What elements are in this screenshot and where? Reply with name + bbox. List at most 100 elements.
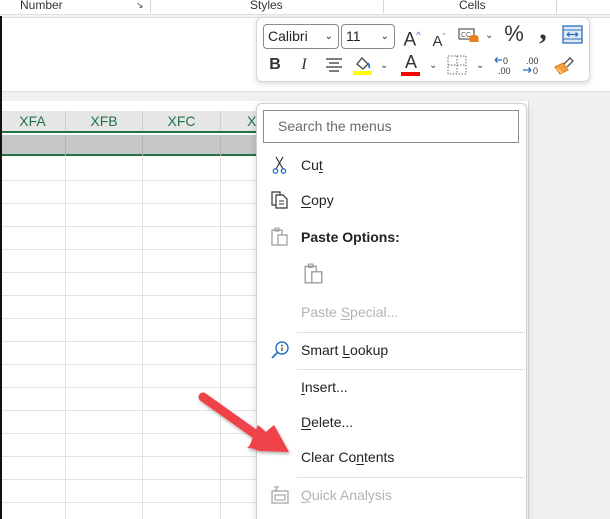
font-name-combo[interactable]: Calibri ⌄ xyxy=(263,24,339,49)
font-size-combo[interactable]: 11 ⌄ xyxy=(341,24,395,49)
window-edge xyxy=(0,16,2,519)
ribbon-separator xyxy=(383,0,384,13)
format-painter-button[interactable] xyxy=(553,55,575,77)
gridline xyxy=(0,387,260,388)
menu-item-paste-special[interactable]: Paste Special... xyxy=(257,298,526,328)
selected-row[interactable] xyxy=(0,135,260,156)
gridline xyxy=(0,502,260,503)
column-header-xfd[interactable]: X xyxy=(221,111,260,131)
ribbon-group-cells: Cells xyxy=(459,0,486,12)
increase-font-icon: A xyxy=(403,29,417,51)
gridline xyxy=(220,158,221,519)
gridline xyxy=(0,364,260,365)
svg-text:0: 0 xyxy=(503,56,508,66)
cell-grid[interactable] xyxy=(0,158,260,519)
font-color-swatch xyxy=(401,72,420,76)
smart-lookup-icon xyxy=(271,341,289,359)
svg-text:0: 0 xyxy=(533,66,538,76)
gridline xyxy=(0,479,260,480)
ribbon-separator xyxy=(150,0,151,13)
borders-button[interactable] xyxy=(447,55,467,75)
decrease-font-icon: A xyxy=(432,33,443,50)
menu-item-label: Cut xyxy=(301,157,323,173)
menu-item-insert[interactable]: Insert... xyxy=(257,373,526,403)
quick-analysis-icon xyxy=(271,486,289,504)
gridline xyxy=(0,341,260,342)
chevron-down-icon[interactable]: ⌄ xyxy=(380,60,388,71)
menu-item-smart-lookup[interactable]: Smart Lookup xyxy=(257,336,526,366)
gridline xyxy=(0,226,260,227)
paste-icon xyxy=(304,263,323,284)
increase-decimal-button[interactable]: 0 .00 xyxy=(494,55,516,77)
cell-styles-icon: CC xyxy=(458,28,479,42)
decrease-font-size-button[interactable]: Aˇ xyxy=(429,27,449,52)
fill-color-button[interactable] xyxy=(353,54,373,76)
format-painter-icon xyxy=(554,57,574,75)
column-header-xfc[interactable]: XFC xyxy=(143,111,221,131)
wrap-text-button[interactable] xyxy=(562,25,584,45)
menu-item-label: Paste Options: xyxy=(301,229,400,245)
context-menu: Search the menus Cut Copy Paste Options: xyxy=(256,103,527,519)
copy-icon xyxy=(271,191,288,209)
svg-text:.00: .00 xyxy=(526,56,539,66)
menu-item-label: Insert... xyxy=(301,379,348,395)
font-size-value: 11 xyxy=(346,28,361,44)
menu-separator xyxy=(297,477,525,478)
column-header-xfa[interactable]: XFA xyxy=(0,111,66,131)
gridline xyxy=(0,180,260,181)
gridline xyxy=(0,249,260,250)
menu-item-quick-analysis[interactable]: Quick Analysis xyxy=(257,481,526,511)
scissors-icon xyxy=(272,156,287,174)
menu-separator xyxy=(297,332,525,333)
dialog-launcher-icon[interactable]: ↘ xyxy=(136,0,146,10)
gridline xyxy=(0,456,260,457)
borders-icon xyxy=(447,55,467,75)
menu-item-label: Clear Contents xyxy=(301,449,395,465)
menu-item-label: Smart Lookup xyxy=(301,342,389,358)
menu-item-copy[interactable]: Copy xyxy=(257,186,526,216)
menu-item-label: Delete... xyxy=(301,414,354,430)
align-center-icon xyxy=(326,58,342,72)
ribbon-group-number: Number xyxy=(20,0,63,12)
chevron-down-icon[interactable]: ⌄ xyxy=(485,30,493,41)
gridline xyxy=(0,272,260,273)
decrease-decimal-icon: .00 0 xyxy=(523,56,539,76)
menu-item-cut[interactable]: Cut xyxy=(257,151,526,181)
menu-item-label: Copy xyxy=(301,192,334,208)
mini-toolbar: Calibri ⌄ 11 ⌄ A^ Aˇ CC ⌄ % , B I ⌄ A ⌄ … xyxy=(256,15,590,82)
paste-button[interactable] xyxy=(299,259,329,289)
font-name-value: Calibri xyxy=(268,28,308,44)
chevron-down-icon[interactable]: ⌄ xyxy=(476,60,484,71)
gridline xyxy=(0,203,260,204)
menu-item-label: Paste Special... xyxy=(301,304,399,320)
menu-item-label: Quick Analysis xyxy=(301,487,393,503)
comma-style-button[interactable]: , xyxy=(536,15,550,45)
sheet-top-border xyxy=(0,91,610,101)
gridline xyxy=(65,135,66,156)
menu-item-delete[interactable]: Delete... xyxy=(257,408,526,438)
gridline xyxy=(0,433,260,434)
italic-button[interactable]: I xyxy=(297,55,311,75)
ribbon-group-styles: Styles xyxy=(250,0,283,12)
gridline xyxy=(142,135,143,156)
decrease-decimal-button[interactable]: .00 0 xyxy=(522,55,544,77)
ribbon-separator xyxy=(556,0,557,13)
gridline xyxy=(0,295,260,296)
sheet-background xyxy=(528,101,610,519)
search-menus-input[interactable]: Search the menus xyxy=(263,110,519,143)
column-header-xfb[interactable]: XFB xyxy=(66,111,143,131)
gridline xyxy=(220,135,221,156)
gridline xyxy=(0,410,260,411)
percent-style-button[interactable]: % xyxy=(503,23,525,45)
center-align-button[interactable] xyxy=(324,56,344,74)
bold-button[interactable]: B xyxy=(267,55,283,75)
font-color-button[interactable]: A xyxy=(401,53,421,77)
chevron-down-icon[interactable]: ⌄ xyxy=(429,60,437,71)
chevron-down-icon: ⌄ xyxy=(324,31,333,42)
paint-bucket-icon xyxy=(353,57,372,75)
increase-font-size-button[interactable]: A^ xyxy=(401,25,423,50)
increase-decimal-icon: 0 .00 xyxy=(494,56,511,76)
cell-styles-button[interactable]: CC xyxy=(458,26,480,44)
gridline xyxy=(65,158,66,519)
menu-item-clear-contents[interactable]: Clear Contents xyxy=(257,443,526,473)
